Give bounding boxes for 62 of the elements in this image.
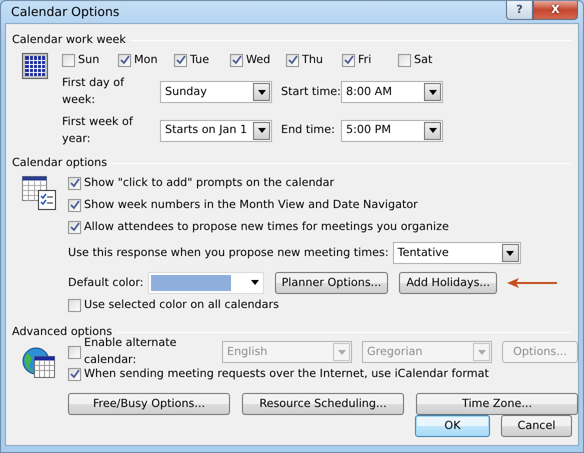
checkbox[interactable] [230, 54, 243, 67]
checkbox[interactable] [398, 54, 411, 67]
section-heading: Calendar options [12, 155, 108, 172]
caret-icon [258, 128, 266, 134]
field-label: Use this response when you propose new meeting times: [68, 244, 389, 261]
caret-icon [506, 250, 514, 256]
button[interactable]: Cancel [501, 415, 572, 437]
section-heading: Advanced options [12, 324, 112, 338]
field-label: End time: [280, 122, 336, 138]
button[interactable]: OK [415, 415, 490, 437]
checkbox[interactable] [68, 176, 81, 190]
checkbox-label: Thu [302, 52, 324, 68]
button[interactable]: Free/Busy Options... [68, 393, 230, 415]
caret-icon [478, 350, 486, 354]
field-label: Default color: [68, 274, 144, 291]
dropdown[interactable]: 5:00 PM [341, 120, 443, 142]
checkbox-label: Show week numbers in the Month View and Date Navigator [84, 196, 418, 213]
checkbox[interactable] [68, 298, 81, 312]
checkbox-label: Sun [78, 52, 100, 68]
window-title: Calendar Options [11, 2, 120, 21]
checkbox[interactable] [286, 54, 299, 67]
checkbox[interactable] [342, 54, 355, 67]
caret-icon [250, 280, 259, 286]
caret-icon [428, 90, 436, 95]
checkbox[interactable] [68, 220, 81, 234]
checkbox-label: Fri [358, 52, 372, 68]
checkbox-label: Enable alternate calendar: [84, 336, 178, 368]
checkbox[interactable] [118, 54, 131, 67]
calendar-checklist-icon [22, 176, 56, 210]
checkbox-label: Tue [190, 52, 210, 68]
caret-icon [258, 90, 266, 95]
dropdown[interactable]: Tentative [392, 242, 521, 264]
dropdown[interactable]: Starts on Jan 1 [160, 120, 272, 142]
checkbox[interactable] [68, 368, 81, 380]
button[interactable]: Time Zone... [416, 393, 578, 415]
caret-icon [428, 128, 436, 134]
section-heading: Calendar work week [12, 32, 126, 48]
button[interactable]: Add Holidays... [399, 272, 498, 294]
field-label: First week of year: [62, 114, 134, 147]
calendar-grid-icon [22, 53, 48, 80]
dropdown[interactable]: Sunday [160, 81, 272, 104]
checkbox-label: Wed [246, 52, 270, 68]
checkbox-label: When sending meeting requests over the Internet, use iCalendar format [84, 366, 489, 382]
dropdown[interactable]: 8:00 AM [341, 81, 443, 104]
checkbox[interactable] [62, 54, 75, 67]
field-label: First day of week: [62, 75, 126, 108]
checkbox-label: Show "click to add" prompts on the calendar [84, 174, 334, 191]
help-button[interactable]: ? [506, 1, 533, 20]
globe-calendar-icon [22, 345, 56, 379]
checkbox[interactable] [68, 198, 81, 212]
checkbox[interactable] [174, 54, 187, 67]
caret-icon [338, 350, 346, 354]
button[interactable]: Resource Scheduling... [242, 393, 404, 415]
color-dropdown[interactable] [148, 272, 264, 294]
close-button[interactable]: X [533, 1, 578, 20]
checkbox-label: Use selected color on all calendars [84, 296, 279, 313]
button[interactable]: Planner Options... [274, 272, 388, 294]
field-label: Start time: [280, 84, 341, 100]
checkbox-label: Sat [414, 52, 432, 68]
checkbox-label: Allow attendees to propose new times for meetings you organize [84, 218, 449, 235]
arrow-icon [507, 278, 558, 288]
checkbox-label: Mon [134, 52, 158, 68]
